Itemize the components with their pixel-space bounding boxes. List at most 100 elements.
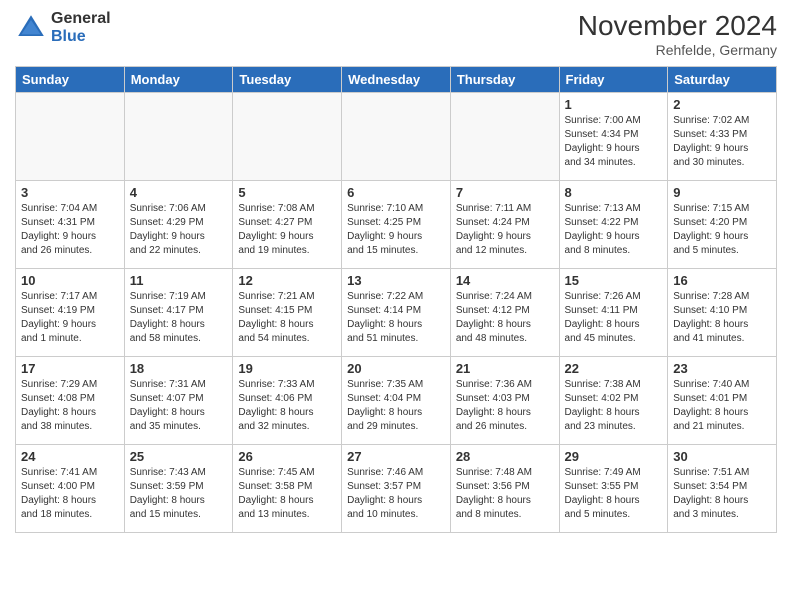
day-number: 23: [673, 361, 771, 376]
logo: General Blue: [15, 10, 111, 45]
calendar-header-saturday: Saturday: [668, 67, 777, 93]
calendar-header-wednesday: Wednesday: [342, 67, 451, 93]
day-number: 16: [673, 273, 771, 288]
day-number: 30: [673, 449, 771, 464]
day-number: 6: [347, 185, 445, 200]
day-info: Sunrise: 7:43 AM Sunset: 3:59 PM Dayligh…: [130, 466, 228, 522]
calendar-header-row: SundayMondayTuesdayWednesdayThursdayFrid…: [16, 67, 777, 93]
day-number: 26: [238, 449, 336, 464]
calendar-cell: 25 Sunrise: 7:43 AM Sunset: 3:59 PM Dayli…: [124, 445, 233, 533]
day-number: 14: [456, 273, 554, 288]
day-info: Sunrise: 7:17 AM Sunset: 4:19 PM Dayligh…: [21, 290, 119, 346]
calendar-cell: 5 Sunrise: 7:08 AM Sunset: 4:27 PM Daylig…: [233, 181, 342, 269]
day-info: Sunrise: 7:02 AM Sunset: 4:33 PM Dayligh…: [673, 114, 771, 170]
calendar-cell: 12 Sunrise: 7:21 AM Sunset: 4:15 PM Dayli…: [233, 269, 342, 357]
calendar-header-friday: Friday: [559, 67, 668, 93]
calendar-cell: 2 Sunrise: 7:02 AM Sunset: 4:33 PM Daylig…: [668, 93, 777, 181]
logo-text: General Blue: [51, 10, 111, 45]
day-info: Sunrise: 7:11 AM Sunset: 4:24 PM Dayligh…: [456, 202, 554, 258]
day-number: 13: [347, 273, 445, 288]
day-info: Sunrise: 7:33 AM Sunset: 4:06 PM Dayligh…: [238, 378, 336, 434]
day-number: 4: [130, 185, 228, 200]
logo-blue: Blue: [51, 28, 111, 46]
calendar-cell: 18 Sunrise: 7:31 AM Sunset: 4:07 PM Dayli…: [124, 357, 233, 445]
day-number: 15: [565, 273, 663, 288]
day-info: Sunrise: 7:31 AM Sunset: 4:07 PM Dayligh…: [130, 378, 228, 434]
day-number: 7: [456, 185, 554, 200]
calendar-cell: 1 Sunrise: 7:00 AM Sunset: 4:34 PM Daylig…: [559, 93, 668, 181]
day-number: 3: [21, 185, 119, 200]
calendar-cell: 28 Sunrise: 7:48 AM Sunset: 3:56 PM Dayli…: [450, 445, 559, 533]
day-info: Sunrise: 7:08 AM Sunset: 4:27 PM Dayligh…: [238, 202, 336, 258]
calendar-cell: [124, 93, 233, 181]
day-info: Sunrise: 7:46 AM Sunset: 3:57 PM Dayligh…: [347, 466, 445, 522]
calendar-cell: 20 Sunrise: 7:35 AM Sunset: 4:04 PM Dayli…: [342, 357, 451, 445]
day-number: 10: [21, 273, 119, 288]
calendar-cell: 16Sunrise: 7:28 AM Sunset: 4:10 PM Dayli…: [668, 269, 777, 357]
day-info: Sunrise: 7:06 AM Sunset: 4:29 PM Dayligh…: [130, 202, 228, 258]
day-info: Sunrise: 7:40 AM Sunset: 4:01 PM Dayligh…: [673, 378, 771, 434]
calendar-cell: 29Sunrise: 7:49 AM Sunset: 3:55 PM Dayli…: [559, 445, 668, 533]
calendar-cell: 17 Sunrise: 7:29 AM Sunset: 4:08 PM Dayli…: [16, 357, 125, 445]
day-number: 27: [347, 449, 445, 464]
day-number: 19: [238, 361, 336, 376]
calendar-header-monday: Monday: [124, 67, 233, 93]
day-number: 18: [130, 361, 228, 376]
day-info: Sunrise: 7:29 AM Sunset: 4:08 PM Dayligh…: [21, 378, 119, 434]
calendar-cell: 15 Sunrise: 7:26 AM Sunset: 4:11 PM Dayli…: [559, 269, 668, 357]
calendar-week-4: 17 Sunrise: 7:29 AM Sunset: 4:08 PM Dayli…: [16, 357, 777, 445]
calendar-cell: [233, 93, 342, 181]
day-info: Sunrise: 7:21 AM Sunset: 4:15 PM Dayligh…: [238, 290, 336, 346]
day-info: Sunrise: 7:15 AM Sunset: 4:20 PM Dayligh…: [673, 202, 771, 258]
calendar-cell: [16, 93, 125, 181]
calendar-cell: 21 Sunrise: 7:36 AM Sunset: 4:03 PM Dayli…: [450, 357, 559, 445]
day-info: Sunrise: 7:13 AM Sunset: 4:22 PM Dayligh…: [565, 202, 663, 258]
day-number: 25: [130, 449, 228, 464]
day-number: 28: [456, 449, 554, 464]
calendar-cell: 19 Sunrise: 7:33 AM Sunset: 4:06 PM Dayli…: [233, 357, 342, 445]
day-number: 12: [238, 273, 336, 288]
calendar-cell: 3 Sunrise: 7:04 AM Sunset: 4:31 PM Daylig…: [16, 181, 125, 269]
calendar-cell: 6 Sunrise: 7:10 AM Sunset: 4:25 PM Daylig…: [342, 181, 451, 269]
day-info: Sunrise: 7:10 AM Sunset: 4:25 PM Dayligh…: [347, 202, 445, 258]
day-info: Sunrise: 7:35 AM Sunset: 4:04 PM Dayligh…: [347, 378, 445, 434]
calendar-cell: 14 Sunrise: 7:24 AM Sunset: 4:12 PM Dayli…: [450, 269, 559, 357]
calendar-cell: 27 Sunrise: 7:46 AM Sunset: 3:57 PM Dayli…: [342, 445, 451, 533]
calendar-cell: 10 Sunrise: 7:17 AM Sunset: 4:19 PM Dayli…: [16, 269, 125, 357]
day-info: Sunrise: 7:04 AM Sunset: 4:31 PM Dayligh…: [21, 202, 119, 258]
calendar-cell: 30Sunrise: 7:51 AM Sunset: 3:54 PM Dayli…: [668, 445, 777, 533]
day-info: Sunrise: 7:24 AM Sunset: 4:12 PM Dayligh…: [456, 290, 554, 346]
calendar-cell: 8Sunrise: 7:13 AM Sunset: 4:22 PM Daylig…: [559, 181, 668, 269]
day-number: 21: [456, 361, 554, 376]
calendar-header-thursday: Thursday: [450, 67, 559, 93]
day-info: Sunrise: 7:36 AM Sunset: 4:03 PM Dayligh…: [456, 378, 554, 434]
calendar-week-2: 3 Sunrise: 7:04 AM Sunset: 4:31 PM Daylig…: [16, 181, 777, 269]
calendar-cell: 9 Sunrise: 7:15 AM Sunset: 4:20 PM Daylig…: [668, 181, 777, 269]
calendar-week-5: 24Sunrise: 7:41 AM Sunset: 4:00 PM Dayli…: [16, 445, 777, 533]
location: Rehfelde, Germany: [578, 42, 777, 58]
calendar-week-1: 1 Sunrise: 7:00 AM Sunset: 4:34 PM Daylig…: [16, 93, 777, 181]
day-number: 2: [673, 97, 771, 112]
day-number: 9: [673, 185, 771, 200]
day-number: 20: [347, 361, 445, 376]
header: General Blue November 2024 Rehfelde, Ger…: [15, 10, 777, 58]
day-number: 17: [21, 361, 119, 376]
calendar-cell: 7 Sunrise: 7:11 AM Sunset: 4:24 PM Daylig…: [450, 181, 559, 269]
day-number: 1: [565, 97, 663, 112]
calendar-cell: [450, 93, 559, 181]
day-info: Sunrise: 7:19 AM Sunset: 4:17 PM Dayligh…: [130, 290, 228, 346]
title-block: November 2024 Rehfelde, Germany: [578, 10, 777, 58]
day-number: 5: [238, 185, 336, 200]
day-number: 29: [565, 449, 663, 464]
calendar-cell: 23 Sunrise: 7:40 AM Sunset: 4:01 PM Dayli…: [668, 357, 777, 445]
day-info: Sunrise: 7:26 AM Sunset: 4:11 PM Dayligh…: [565, 290, 663, 346]
calendar-cell: 4 Sunrise: 7:06 AM Sunset: 4:29 PM Daylig…: [124, 181, 233, 269]
day-number: 22: [565, 361, 663, 376]
day-info: Sunrise: 7:00 AM Sunset: 4:34 PM Dayligh…: [565, 114, 663, 170]
calendar-cell: 13Sunrise: 7:22 AM Sunset: 4:14 PM Dayli…: [342, 269, 451, 357]
day-info: Sunrise: 7:48 AM Sunset: 3:56 PM Dayligh…: [456, 466, 554, 522]
calendar-header-sunday: Sunday: [16, 67, 125, 93]
logo-icon: [15, 12, 47, 44]
calendar-cell: 26Sunrise: 7:45 AM Sunset: 3:58 PM Dayli…: [233, 445, 342, 533]
calendar-week-3: 10 Sunrise: 7:17 AM Sunset: 4:19 PM Dayli…: [16, 269, 777, 357]
